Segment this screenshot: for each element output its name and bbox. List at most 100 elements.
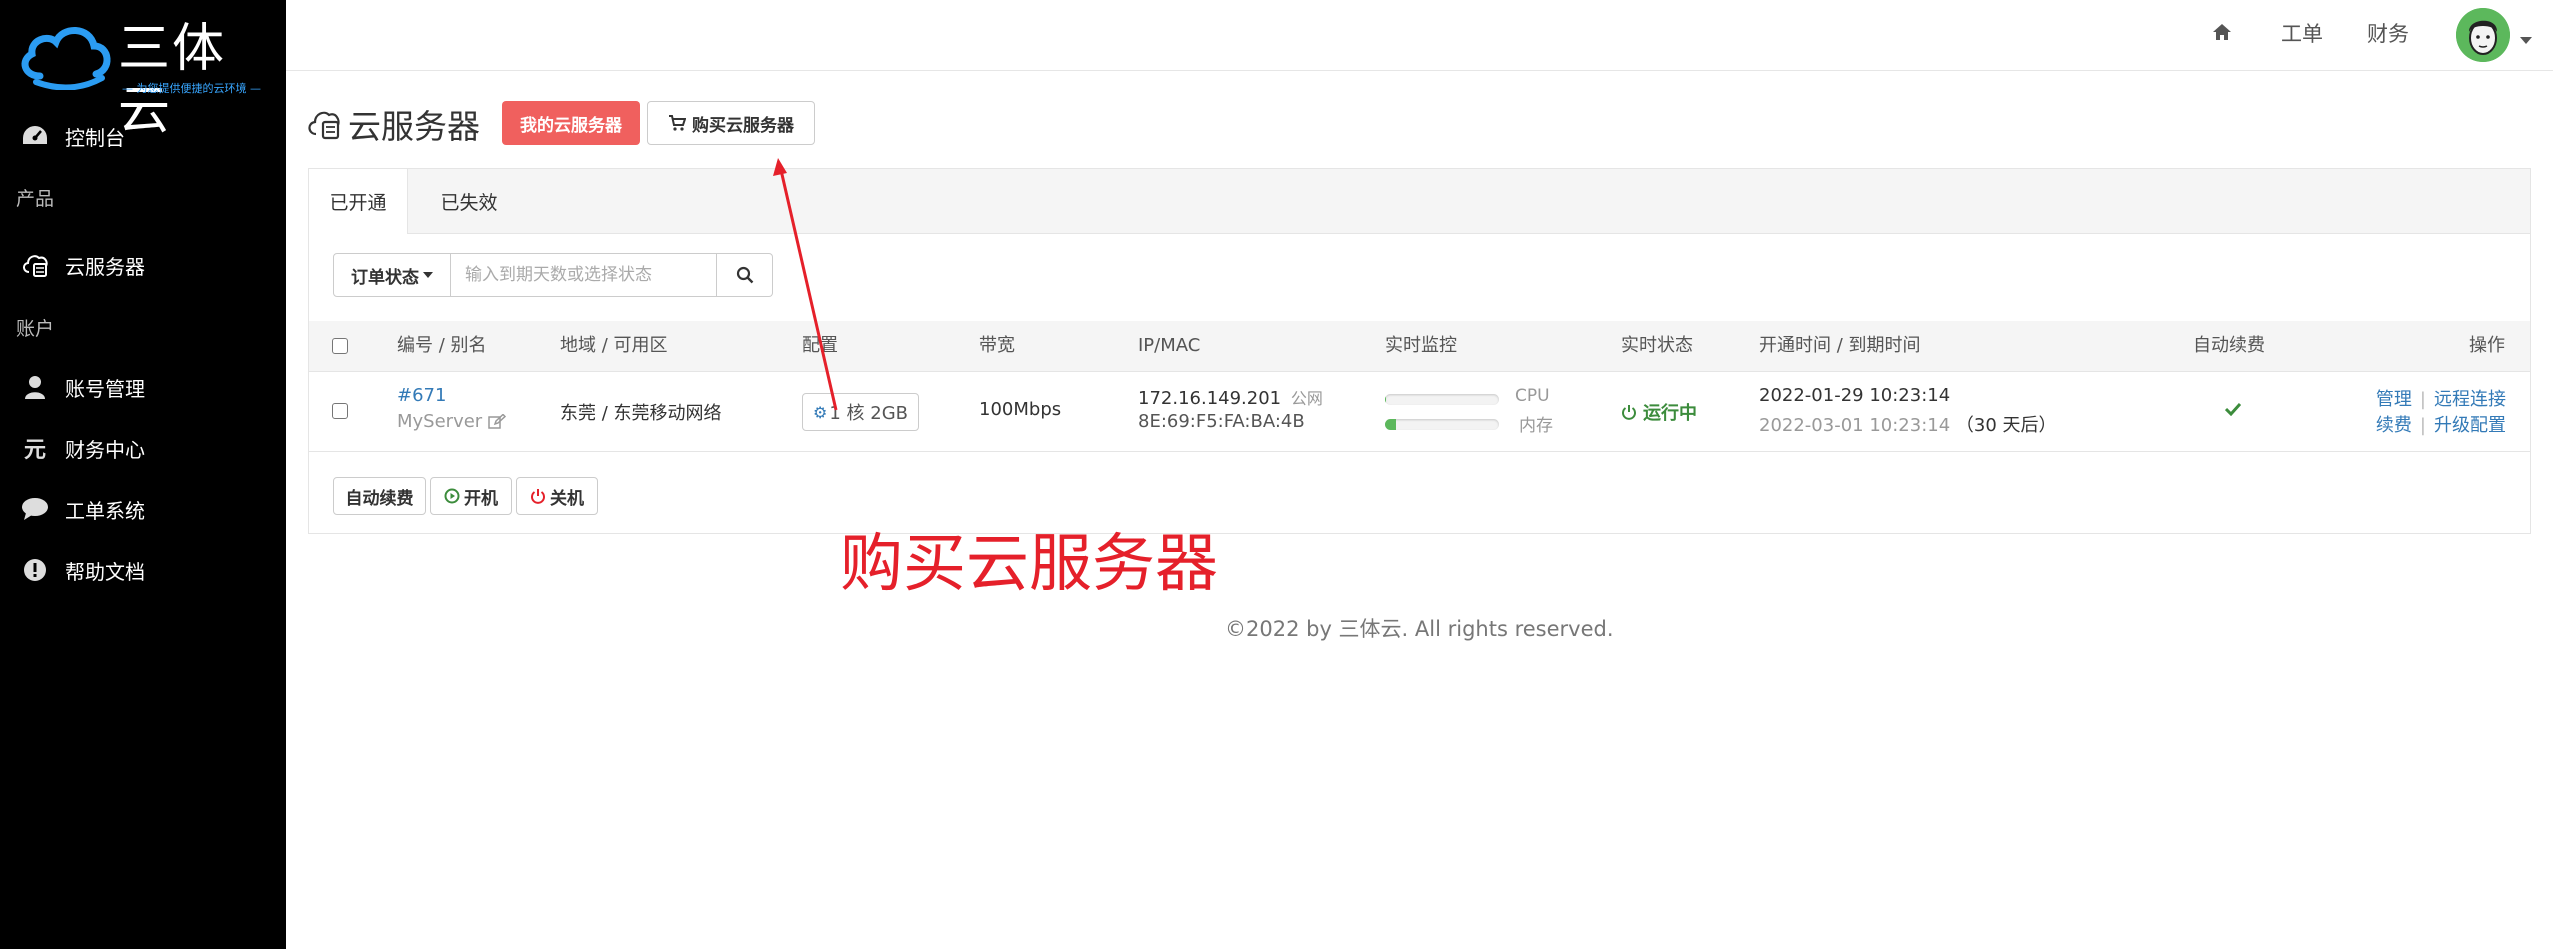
col-id-alias: 编号 / 别名 [397,335,487,356]
sidebar-item-tickets[interactable]: 工单系统 [0,487,286,531]
renew-link[interactable]: 续费 [2376,415,2412,436]
memory-usage-fill [1385,419,1397,430]
col-monitor: 实时监控 [1385,335,1457,356]
annotation-text: 购买云服务器 [840,527,1218,600]
sidebar-item-label: 帮助文档 [65,559,145,584]
row-checkbox[interactable] [332,403,348,419]
server-bandwidth: 100Mbps [979,399,1062,420]
sidebar-item-label: 工单系统 [65,498,145,523]
manage-link[interactable]: 管理 [2376,389,2412,410]
filter-bar: 订单状态 [333,253,773,297]
tab-bar: 已开通 已失效 [309,169,2530,234]
buy-button-label: 购买云服务器 [692,115,794,136]
edit-icon[interactable] [488,413,507,430]
page-title-text: 云服务器 [348,107,480,146]
sidebar: 三体云 — 为您提供便捷的云环境 — 控制台 产品 云服务器 账户 账号管理 元… [0,0,286,949]
tab-active[interactable]: 已开通 [309,169,408,234]
sidebar-item-label: 财务中心 [65,437,145,462]
power-off-label: 关机 [550,488,584,509]
ip-address: 172.16.149.201 [1138,388,1282,409]
cloud-logo-icon [21,27,111,90]
sidebar-group-products: 产品 [16,188,55,210]
home-icon[interactable] [2212,23,2232,45]
avatar-face-icon [2456,8,2510,62]
sidebar-item-label: 账号管理 [65,376,145,401]
actions-row-1: 管理 | 远程连接 [2375,389,2506,410]
sidebar-item-cloud-server[interactable]: 云服务器 [0,243,286,287]
status-text: 运行中 [1643,403,1697,424]
power-off-button[interactable]: 关机 [516,477,598,515]
remote-connect-link[interactable]: 远程连接 [2434,389,2506,410]
col-ip-mac: IP/MAC [1138,335,1201,356]
server-region: 东莞 / 东莞移动网络 [560,403,722,424]
chat-bubble-icon [20,497,50,521]
sidebar-group-account: 账户 [16,318,55,340]
cpu-label: CPU [1515,386,1550,406]
col-auto-renew: 自动续费 [2193,335,2265,356]
power-on-button[interactable]: 开机 [430,477,512,515]
check-icon [2224,401,2242,420]
power-icon [531,489,545,504]
search-icon [736,266,753,284]
memory-label: 内存 [1519,416,1553,436]
brand-slogan: — 为您提供便捷的云环境 — [122,82,261,95]
order-status-dropdown[interactable]: 订单状态 [333,253,451,297]
buy-cloud-server-button[interactable]: 购买云服务器 [647,101,815,145]
col-config: 配置 [802,335,838,356]
dropdown-label: 订单状态 [351,267,419,288]
tab-expired[interactable]: 已失效 [408,169,530,234]
search-button[interactable] [717,253,773,297]
server-list-panel: 已开通 已失效 订单状态 编号 / 别名 地域 / 可用区 配置 带宽 IP/M… [308,168,2531,534]
ip-type: 公网 [1290,389,1323,408]
table-header: 编号 / 别名 地域 / 可用区 配置 带宽 IP/MAC 实时监控 实时状态 … [309,321,2530,372]
col-status: 实时状态 [1621,335,1693,356]
footer-copyright: ©2022 by 三体云. All rights reserved. [1225,617,1614,641]
sidebar-item-console[interactable]: 控制台 [0,114,286,158]
config-button[interactable]: ⚙ 1 核 2GB [802,393,919,431]
upgrade-link[interactable]: 升级配置 [2434,415,2506,436]
play-circle-icon [444,488,460,504]
dashboard-icon [20,124,50,148]
col-actions: 操作 [2469,335,2505,356]
my-cloud-server-button[interactable]: 我的云服务器 [502,101,640,145]
cloud-server-icon [308,111,340,140]
logo[interactable]: 三体云 — 为您提供便捷的云环境 — [18,18,263,141]
server-mac: 8E:69:F5:FA:BA:4B [1138,411,1305,432]
server-alias: MyServer [397,411,507,432]
server-status: 运行中 [1621,399,1697,425]
sidebar-item-account[interactable]: 账号管理 [0,365,286,409]
expire-info: 2022-03-01 10:23:14 （30 天后） [1759,411,2057,437]
server-ip: 172.16.149.201 公网 [1138,385,1323,409]
sidebar-item-help[interactable]: 帮助文档 [0,548,286,592]
auto-renew-button[interactable]: 自动续费 [333,477,426,515]
col-region: 地域 / 可用区 [560,335,668,356]
select-all-checkbox[interactable] [332,338,348,354]
memory-usage-bar [1385,419,1499,430]
config-text: 1 核 2GB [829,403,908,424]
search-input[interactable] [451,253,717,297]
cloud-server-icon [20,252,50,278]
expire-time: 2022-03-01 10:23:14 [1759,415,1951,436]
power-icon [1622,405,1636,420]
cpu-usage-fill [1385,394,1387,405]
header-link-finance[interactable]: 财务 [2367,18,2409,48]
col-bandwidth: 带宽 [979,335,1015,356]
server-id-link[interactable]: #671 [397,385,446,406]
caret-down-icon [423,272,433,278]
cart-icon [669,115,686,131]
remaining-days: （30 天后） [1955,415,2057,436]
sidebar-item-finance[interactable]: 元 财务中心 [0,426,286,470]
chevron-down-icon[interactable] [2520,30,2532,49]
sidebar-item-label: 云服务器 [65,254,145,279]
user-icon [20,375,50,399]
avatar[interactable] [2456,8,2510,62]
sidebar-item-label: 控制台 [65,125,125,150]
table-row: #671 MyServer 东莞 / 东莞移动网络 ⚙ 1 核 2GB 100M… [309,371,2530,452]
open-time: 2022-01-29 10:23:14 [1759,385,1951,406]
actions-row-2: 续费 | 升级配置 [2375,415,2506,436]
header-link-tickets[interactable]: 工单 [2281,18,2323,48]
col-time: 开通时间 / 到期时间 [1759,335,1921,356]
power-on-label: 开机 [464,488,498,509]
server-alias-text: MyServer [397,411,483,432]
exclamation-icon [20,558,50,582]
